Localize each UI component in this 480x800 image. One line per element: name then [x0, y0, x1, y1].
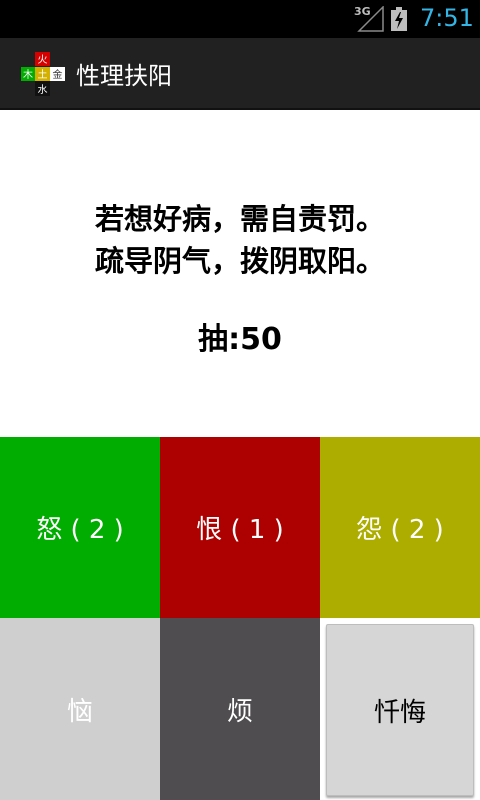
annoyance-button-label: 恼: [66, 696, 93, 727]
vexation-button[interactable]: 烦: [160, 618, 320, 800]
hate-button[interactable]: 恨 ( 1 ): [160, 437, 320, 618]
message-line-1: 若想好病，需自责罚。: [94, 202, 385, 236]
svg-text:木: 木: [23, 69, 33, 81]
message-line-2: 疏导阴气，拨阴取阳。: [94, 244, 385, 278]
repent-button-label: 忏悔: [373, 697, 426, 728]
signal-icon: [357, 6, 384, 32]
vexation-button-label: 烦: [226, 696, 253, 727]
svg-text:火: 火: [38, 54, 48, 66]
resentment-button-label: 怨 ( 2 ): [356, 515, 444, 545]
message-panel: 若想好病，需自责罚。 疏导阴气，拨阴取阳。 抽:50: [0, 110, 480, 437]
status-bar: 3G 7:51: [0, 0, 480, 38]
svg-text:水: 水: [38, 84, 48, 96]
action-bar: 火 木 土 金 水 性理扶阳: [0, 38, 480, 110]
anger-button[interactable]: 怒 ( 2 ): [0, 437, 160, 618]
five-elements-logo-icon[interactable]: 火 木 土 金 水: [20, 51, 66, 97]
resentment-button[interactable]: 怨 ( 2 ): [320, 437, 480, 618]
repent-cell: 忏悔: [320, 618, 480, 800]
anger-button-label: 怒 ( 2 ): [36, 515, 124, 545]
app-title: 性理扶阳: [76, 62, 172, 90]
annoyance-button[interactable]: 恼: [0, 618, 160, 800]
repent-button[interactable]: 忏悔: [326, 624, 474, 796]
clock: 7:51: [420, 4, 474, 32]
battery-charging-icon: [391, 7, 407, 31]
draw-count: 抽:50: [198, 322, 282, 357]
svg-text:土: 土: [38, 68, 48, 81]
hate-button-label: 恨 ( 1 ): [196, 515, 284, 545]
svg-text:金: 金: [53, 68, 63, 81]
